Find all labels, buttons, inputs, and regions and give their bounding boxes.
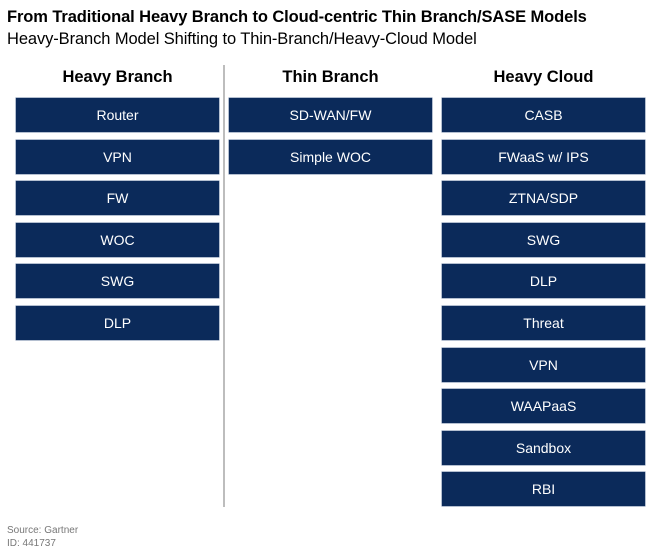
component-box: DLP [16, 306, 219, 340]
component-box: SWG [442, 222, 645, 257]
source-note: Source: Gartner ID: 441737 [7, 525, 78, 550]
component-box: SWG [16, 264, 219, 299]
component-box: SD-WAN/FW [229, 98, 432, 132]
column-heading: Heavy Branch [62, 68, 173, 86]
component-box: WOC [16, 222, 219, 257]
column-divider [223, 65, 225, 507]
diagram-title: From Traditional Heavy Branch to Cloud-c… [7, 8, 587, 26]
component-box: FW [16, 181, 219, 216]
document-id: ID: 441737 [7, 537, 56, 549]
component-box: RBI [442, 472, 645, 507]
component-box: VPN [442, 347, 645, 382]
component-box: Simple WOC [229, 139, 432, 174]
column-thin-branch: Thin Branch SD-WAN/FW Simple WOC [229, 66, 432, 174]
component-box: VPN [16, 139, 219, 174]
component-box: CASB [442, 98, 645, 132]
column-heading: Thin Branch [282, 68, 379, 86]
component-box: FWaaS w/ IPS [442, 139, 645, 174]
component-box: ZTNA/SDP [442, 181, 645, 216]
component-box: Threat [442, 306, 645, 340]
component-box: Sandbox [442, 430, 645, 465]
component-box: DLP [442, 264, 645, 299]
column-heavy-cloud: Heavy Cloud CASB FWaaS w/ IPS ZTNA/SDP SWG D… [442, 66, 645, 507]
source-label: Source: Gartner [7, 525, 79, 536]
diagram-subtitle: Heavy-Branch Model Shifting to Thin-Bran… [7, 30, 477, 48]
column-heading: Heavy Cloud [493, 68, 594, 86]
column-heavy-branch: Heavy Branch Router VPN FW WOC SWG DLP [16, 66, 219, 340]
component-box: WAAPaaS [442, 389, 645, 424]
component-box: Router [16, 98, 219, 132]
